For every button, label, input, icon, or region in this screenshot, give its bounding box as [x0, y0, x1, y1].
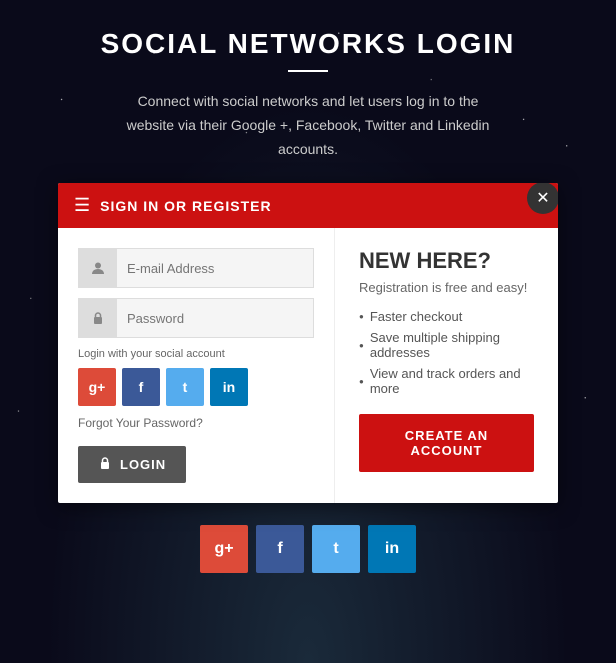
login-lock-icon [98, 456, 112, 473]
login-button[interactable]: LOGIN [78, 446, 186, 483]
social-login-label: Login with your social account [78, 348, 314, 360]
facebook-login-button[interactable]: f [122, 368, 160, 406]
benefit-item: Faster checkout [359, 309, 534, 324]
new-here-title: NEW HERE? [359, 248, 534, 274]
page-title: SOCIAL NETWORKS LOGIN [101, 28, 516, 60]
login-form: Login with your social account g+ f t in [58, 228, 335, 503]
password-input[interactable] [117, 303, 313, 334]
login-modal: ☰ SIGN IN OR REGISTER ✕ [58, 183, 558, 503]
benefit-item: View and track orders and more [359, 366, 534, 396]
google-login-button[interactable]: g+ [78, 368, 116, 406]
bottom-social-buttons: g+ f t in [200, 525, 416, 573]
social-login-buttons: g+ f t in [78, 368, 314, 406]
modal-header-title: SIGN IN OR REGISTER [100, 198, 271, 214]
password-input-group [78, 298, 314, 338]
twitter-login-button[interactable]: t [166, 368, 204, 406]
google-icon: g+ [89, 379, 106, 395]
twitter-icon: t [183, 379, 188, 395]
modal-body: Login with your social account g+ f t in [58, 228, 558, 503]
page-description: Connect with social networks and let use… [118, 90, 498, 161]
register-section: NEW HERE? Registration is free and easy!… [335, 228, 558, 503]
create-account-button[interactable]: CREATE AN ACCOUNT [359, 414, 534, 472]
email-input-group [78, 248, 314, 288]
bottom-facebook-icon: f [277, 540, 282, 558]
bottom-linkedin-button[interactable]: in [368, 525, 416, 573]
benefit-item: Save multiple shipping addresses [359, 330, 534, 360]
modal-header: ☰ SIGN IN OR REGISTER ✕ [58, 183, 558, 228]
login-button-label: LOGIN [120, 457, 166, 472]
facebook-icon: f [139, 379, 144, 395]
linkedin-login-button[interactable]: in [210, 368, 248, 406]
user-icon [79, 249, 117, 287]
bottom-google-button[interactable]: g+ [200, 525, 248, 573]
bottom-facebook-button[interactable]: f [256, 525, 304, 573]
email-input[interactable] [117, 253, 313, 284]
bottom-google-icon: g+ [214, 540, 233, 558]
linkedin-icon: in [223, 379, 235, 395]
header-list-icon: ☰ [74, 195, 90, 216]
forgot-password-link[interactable]: Forgot Your Password? [78, 416, 314, 430]
bottom-twitter-icon: t [333, 540, 338, 558]
password-lock-icon [79, 299, 117, 337]
close-icon: ✕ [536, 188, 549, 208]
bottom-linkedin-icon: in [385, 540, 399, 558]
benefits-list: Faster checkout Save multiple shipping a… [359, 309, 534, 396]
registration-free-text: Registration is free and easy! [359, 280, 534, 295]
modal-close-button[interactable]: ✕ [527, 183, 558, 214]
title-divider [288, 70, 328, 72]
bottom-twitter-button[interactable]: t [312, 525, 360, 573]
